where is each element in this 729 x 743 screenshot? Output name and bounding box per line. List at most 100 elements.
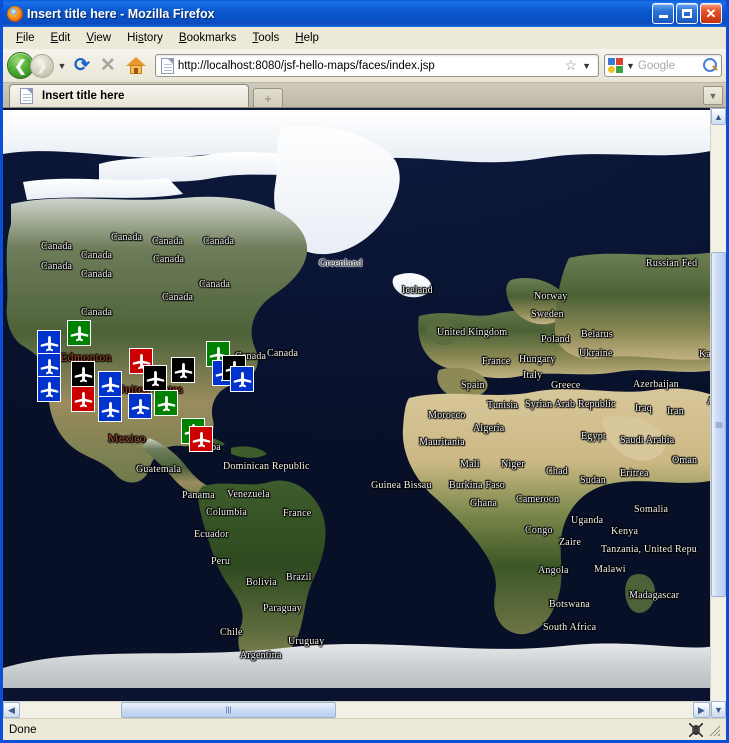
forward-button[interactable]: ❯ (30, 54, 54, 78)
airplane-icon (130, 396, 151, 417)
search-icon[interactable] (703, 58, 718, 73)
scroll-down-button[interactable]: ▼ (711, 701, 726, 718)
menu-file[interactable]: File (9, 29, 42, 47)
history-dropdown-button[interactable]: ▼ (56, 61, 68, 71)
map-label: Panama (182, 490, 215, 501)
status-bar: Done (3, 718, 726, 740)
airplane-icon (156, 393, 177, 414)
url-dropdown-icon[interactable]: ▼ (580, 61, 595, 71)
map-label: Canada (41, 261, 72, 272)
map-label: France (283, 508, 311, 519)
airplane-icon (232, 369, 253, 390)
map-label: Egypt (581, 431, 606, 442)
map-label: Columbia (206, 507, 247, 518)
airplane-marker[interactable] (230, 366, 254, 392)
map-label: Eritrea (620, 468, 649, 479)
search-input[interactable]: Google (638, 60, 703, 72)
url-text[interactable]: http://localhost:8080/jsf-hello-maps/fac… (178, 60, 562, 72)
airplane-marker[interactable] (71, 386, 95, 412)
map-label: Peru (211, 556, 230, 567)
title-bar: Insert title here - Mozilla Firefox ✕ (3, 0, 726, 27)
window-resize-grip[interactable] (708, 724, 720, 736)
status-text: Done (9, 724, 37, 736)
map-label: Burkina Faso (449, 480, 505, 491)
map-label: Azerbaijan (633, 379, 679, 390)
map-label: Kenya (611, 526, 638, 537)
bookmark-star-icon[interactable]: ☆ (562, 57, 581, 74)
airplane-icon (73, 389, 94, 410)
chevron-down-icon: ▼ (709, 91, 718, 101)
address-bar[interactable]: http://localhost:8080/jsf-hello-maps/fac… (155, 54, 599, 77)
map-label: Spain (461, 380, 485, 391)
airplane-marker[interactable] (128, 393, 152, 419)
tab-insert-title-here[interactable]: Insert title here (9, 84, 249, 107)
airplane-marker[interactable] (37, 376, 61, 402)
airplane-marker[interactable] (98, 371, 122, 397)
firefox-icon (7, 6, 23, 22)
reload-button[interactable]: ⟳ (70, 54, 94, 77)
map-label: Brazil (286, 572, 312, 583)
vertical-scroll-thumb[interactable] (711, 252, 726, 598)
window-title: Insert title here - Mozilla Firefox (27, 7, 215, 21)
scroll-left-button[interactable]: ◀ (3, 702, 20, 718)
stop-button[interactable]: ✕ (96, 54, 120, 77)
menu-history[interactable]: History (120, 29, 170, 47)
minimize-button[interactable] (652, 3, 674, 24)
menu-tools[interactable]: Tools (245, 29, 286, 47)
map-label: Tanzania, United Repu (601, 544, 697, 555)
reload-icon: ⟳ (74, 55, 90, 76)
scroll-grip (715, 422, 722, 427)
map-label: Venezuela (227, 489, 270, 500)
map-label: Bolivia (246, 577, 277, 588)
maximize-button[interactable] (676, 3, 698, 24)
list-all-tabs-button[interactable]: ▼ (703, 86, 723, 105)
map-label: Chad (546, 466, 568, 477)
map-label: Paraguay (263, 603, 302, 614)
map-label: South Africa (543, 622, 596, 633)
airplane-icon (39, 356, 60, 377)
vertical-scroll-track[interactable] (711, 125, 726, 701)
map-label: Sweden (531, 309, 564, 320)
world-map[interactable]: CanadaCanadaCanadaCanadaCanadaCanadaCana… (3, 108, 710, 688)
navigation-toolbar: ❮ ❯ ▼ ⟳ ✕ http://localhost:8080/jsf-hell… (3, 49, 726, 83)
home-button[interactable] (126, 57, 146, 74)
airplane-icon (145, 368, 166, 389)
map-label: Morocco (428, 410, 466, 421)
horizontal-scroll-thumb[interactable] (121, 702, 336, 718)
menu-view[interactable]: View (79, 29, 118, 47)
map-label: Iceland (402, 285, 433, 296)
airplane-marker[interactable] (143, 365, 167, 391)
map-label: Canada (267, 348, 298, 359)
menu-edit[interactable]: Edit (44, 29, 78, 47)
map-label: Mauritania (419, 437, 465, 448)
map-label: Mali (460, 459, 480, 470)
search-box[interactable]: ▼ Google (604, 54, 722, 77)
stop-icon: ✕ (100, 55, 116, 76)
tab-page-icon (20, 88, 33, 104)
airplane-marker[interactable] (71, 361, 95, 387)
menu-bookmarks[interactable]: Bookmarks (172, 29, 244, 47)
airplane-marker[interactable] (189, 426, 213, 452)
close-button[interactable]: ✕ (700, 3, 722, 24)
menu-help[interactable]: Help (288, 29, 326, 47)
horizontal-scrollbar[interactable]: ◀ ▶ (3, 701, 710, 718)
scroll-right-button[interactable]: ▶ (693, 702, 710, 718)
map-label: Canada (81, 307, 112, 318)
map-label: Iraq (635, 403, 652, 414)
vertical-scrollbar[interactable]: ▲ ▼ (710, 108, 726, 718)
airplane-marker[interactable] (98, 396, 122, 422)
map-label: Norway (534, 291, 567, 302)
map-label: Canada (111, 232, 142, 243)
airplane-marker[interactable] (67, 320, 91, 346)
search-engine-dropdown-icon[interactable]: ▼ (623, 61, 638, 71)
scroll-up-button[interactable]: ▲ (711, 108, 726, 125)
map-label: Canada (81, 250, 112, 261)
map-label: Ukraine (579, 348, 613, 359)
horizontal-scroll-track[interactable] (20, 702, 693, 718)
map-label: Niger (501, 459, 525, 470)
firebug-icon[interactable] (688, 722, 704, 738)
back-button[interactable]: ❮ (7, 52, 28, 79)
airplane-marker[interactable] (171, 357, 195, 383)
new-tab-button[interactable]: + (253, 88, 283, 107)
airplane-marker[interactable] (154, 390, 178, 416)
